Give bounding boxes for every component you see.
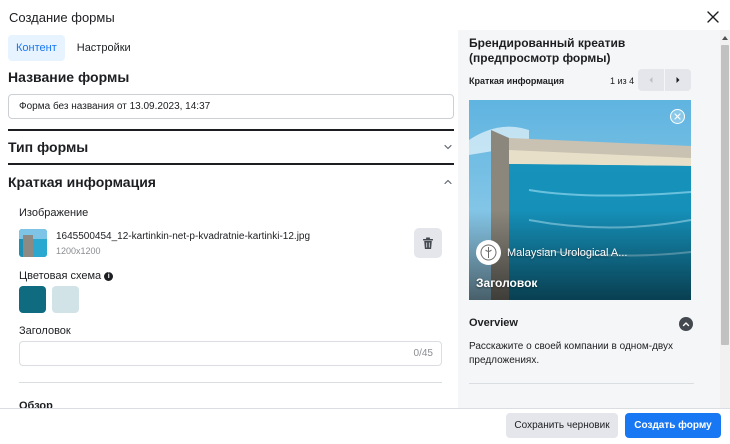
preview-prev-button[interactable] bbox=[638, 69, 664, 91]
tab-content[interactable]: Контент bbox=[8, 35, 65, 61]
info-icon[interactable]: i bbox=[104, 272, 114, 281]
image-file-name: 1645500454_12-kartinkin-net-p-kvadratnie… bbox=[56, 231, 311, 242]
headline-label: Заголовок bbox=[19, 325, 71, 337]
tab-bar: Контент Настройки bbox=[8, 35, 139, 61]
close-icon[interactable] bbox=[705, 9, 721, 25]
preview-subtitle: Краткая информация bbox=[469, 76, 565, 86]
image-label: Изображение bbox=[19, 207, 89, 219]
delete-image-button[interactable] bbox=[414, 228, 442, 258]
tab-settings[interactable]: Настройки bbox=[69, 35, 139, 61]
brand-row: Malaysian Urological A... bbox=[476, 240, 627, 265]
create-form-button[interactable]: Создать форму bbox=[625, 413, 721, 438]
color-scheme-label: Цветовая схема i bbox=[19, 270, 114, 282]
section-divider bbox=[19, 382, 442, 383]
preview-panel: Брендированный креатив (предпросмотр фор… bbox=[458, 30, 720, 408]
scroll-up-arrow[interactable] bbox=[722, 36, 728, 40]
preview-overview-title: Overview bbox=[469, 317, 518, 329]
color-scheme-text: Цветовая схема bbox=[19, 270, 102, 282]
save-draft-button[interactable]: Сохранить черновик bbox=[506, 413, 618, 438]
form-name-input[interactable] bbox=[8, 94, 454, 119]
section-divider bbox=[8, 129, 454, 131]
section-divider bbox=[8, 163, 454, 165]
headline-char-count: 0/45 bbox=[413, 348, 433, 359]
chevron-up-icon[interactable] bbox=[443, 177, 453, 187]
intro-heading[interactable]: Краткая информация bbox=[8, 174, 156, 190]
preview-divider bbox=[469, 383, 694, 384]
chevron-left-icon bbox=[649, 77, 653, 83]
brand-name: Malaysian Urological A... bbox=[507, 246, 628, 259]
preview-card: Malaysian Urological A... Заголовок bbox=[469, 100, 691, 300]
form-name-heading: Название формы bbox=[8, 69, 130, 85]
preview-close-icon[interactable] bbox=[670, 109, 685, 124]
preview-overview-text: Расскажите о своей компании в одном-двух… bbox=[469, 341, 674, 366]
scrollbar-thumb[interactable] bbox=[721, 45, 729, 345]
preview-image bbox=[469, 100, 691, 300]
chevron-up-icon bbox=[682, 322, 690, 327]
headline-input[interactable]: 0/45 bbox=[19, 341, 442, 366]
color-swatch-light[interactable] bbox=[52, 286, 79, 313]
trash-icon bbox=[423, 237, 433, 249]
chevron-down-icon[interactable] bbox=[443, 142, 453, 152]
form-type-heading[interactable]: Тип формы bbox=[8, 139, 88, 155]
image-thumbnail bbox=[19, 229, 47, 257]
preview-headline: Заголовок bbox=[476, 276, 538, 290]
chevron-right-icon bbox=[676, 77, 680, 83]
image-file-size: 1200x1200 bbox=[56, 246, 101, 256]
preview-page-count: 1 из 4 bbox=[610, 76, 635, 86]
overview-collapse-button[interactable] bbox=[679, 317, 693, 331]
color-swatch-dark[interactable] bbox=[19, 286, 46, 313]
dialog-title: Создание формы bbox=[9, 10, 115, 25]
preview-next-button[interactable] bbox=[665, 69, 691, 91]
footer-divider bbox=[0, 408, 730, 409]
brand-logo-icon bbox=[476, 240, 501, 265]
preview-title: Брендированный креатив (предпросмотр фор… bbox=[469, 36, 626, 65]
